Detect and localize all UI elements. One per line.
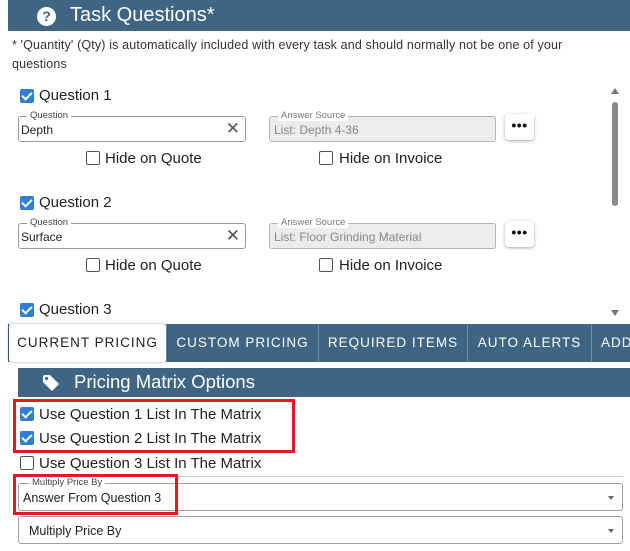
matrix-option-3-checkbox[interactable] xyxy=(20,456,34,470)
answer-source-legend: Answer Source xyxy=(278,110,349,121)
question-1-block: Question 1 Question Depth ✕ Answer Sourc… xyxy=(0,86,600,186)
tag-icon xyxy=(43,375,59,391)
task-questions-header: ? Task Questions* xyxy=(8,0,630,31)
tab-required-items[interactable]: REQUIRED ITEMS xyxy=(318,324,467,362)
highlight-box-matrix-options xyxy=(13,399,295,453)
hide-on-quote-2-label: Hide on Quote xyxy=(105,257,202,274)
question-2-checkbox[interactable] xyxy=(20,196,34,210)
scroll-up-arrow-icon[interactable] xyxy=(611,88,619,94)
tab-custom-pricing[interactable]: CUSTOM PRICING xyxy=(166,324,318,362)
hide-on-invoice-2-checkbox[interactable] xyxy=(319,258,333,272)
clear-icon[interactable]: ✕ xyxy=(226,226,240,246)
answer-source-1-value: List: Depth 4-36 xyxy=(274,123,359,137)
chevron-down-icon xyxy=(608,496,614,500)
hide-on-quote-1-checkbox[interactable] xyxy=(86,151,100,165)
question-2-label: Question 2 xyxy=(39,194,112,211)
question-1-field[interactable]: Question Depth ✕ xyxy=(18,110,246,142)
question-field-legend: Question xyxy=(27,110,72,121)
tab-add[interactable]: ADD xyxy=(591,324,630,362)
highlight-box-multiply xyxy=(13,474,178,515)
more-options-button[interactable]: ••• xyxy=(505,114,534,140)
pricing-matrix-header: Pricing Matrix Options xyxy=(18,368,630,397)
matrix-option-3-label: Use Question 3 List In The Matrix xyxy=(39,455,262,472)
multiply-price-by-select-2[interactable]: Multiply Price By xyxy=(18,516,623,544)
scroll-thumb[interactable] xyxy=(612,102,618,206)
answer-source-2-value: List: Floor Grinding Material xyxy=(274,230,422,244)
question-2-field[interactable]: Question Surface ✕ xyxy=(18,217,246,249)
hide-on-invoice-1-checkbox[interactable] xyxy=(319,151,333,165)
clear-icon[interactable]: ✕ xyxy=(226,119,240,139)
tab-current-pricing[interactable]: CURRENT PRICING xyxy=(9,324,166,362)
question-field-legend: Question xyxy=(27,217,72,228)
answer-source-2-field: Answer Source List: Floor Grinding Mater… xyxy=(269,217,496,249)
chevron-down-icon xyxy=(608,529,614,533)
hide-on-invoice-2-label: Hide on Invoice xyxy=(339,257,443,274)
question-3-block: Question 3 xyxy=(0,300,600,322)
question-3-label: Question 3 xyxy=(39,301,112,318)
question-1-checkbox[interactable] xyxy=(20,89,34,103)
answer-source-1-field: Answer Source List: Depth 4-36 xyxy=(269,110,496,142)
hide-on-quote-2-checkbox[interactable] xyxy=(86,258,100,272)
question-2-block: Question 2 Question Surface ✕ Answer Sou… xyxy=(0,193,600,293)
questions-scrollbar[interactable] xyxy=(608,86,622,320)
question-2-value: Surface xyxy=(21,230,63,244)
question-3-checkbox[interactable] xyxy=(20,303,34,317)
hide-on-invoice-1-label: Hide on Invoice xyxy=(339,150,443,167)
quantity-note: * 'Quantity' (Qty) is automatically incl… xyxy=(12,38,563,71)
answer-source-legend: Answer Source xyxy=(278,217,349,228)
tab-auto-alerts[interactable]: AUTO ALERTS xyxy=(467,324,591,362)
hide-on-quote-1-label: Hide on Quote xyxy=(105,150,202,167)
pricing-tabs: CURRENT PRICING CUSTOM PRICING REQUIRED … xyxy=(8,324,630,362)
section-title: Task Questions* xyxy=(70,4,215,26)
pricing-matrix-title: Pricing Matrix Options xyxy=(74,371,255,392)
more-options-button[interactable]: ••• xyxy=(505,221,534,247)
matrix-option-3[interactable]: Use Question 3 List In The Matrix xyxy=(0,453,300,475)
question-1-label: Question 1 xyxy=(39,87,112,104)
question-1-value: Depth xyxy=(21,123,54,137)
multiply-price-by-placeholder: Multiply Price By xyxy=(29,524,122,538)
scroll-down-arrow-icon[interactable] xyxy=(611,310,619,316)
question-circle-icon: ? xyxy=(37,7,56,26)
